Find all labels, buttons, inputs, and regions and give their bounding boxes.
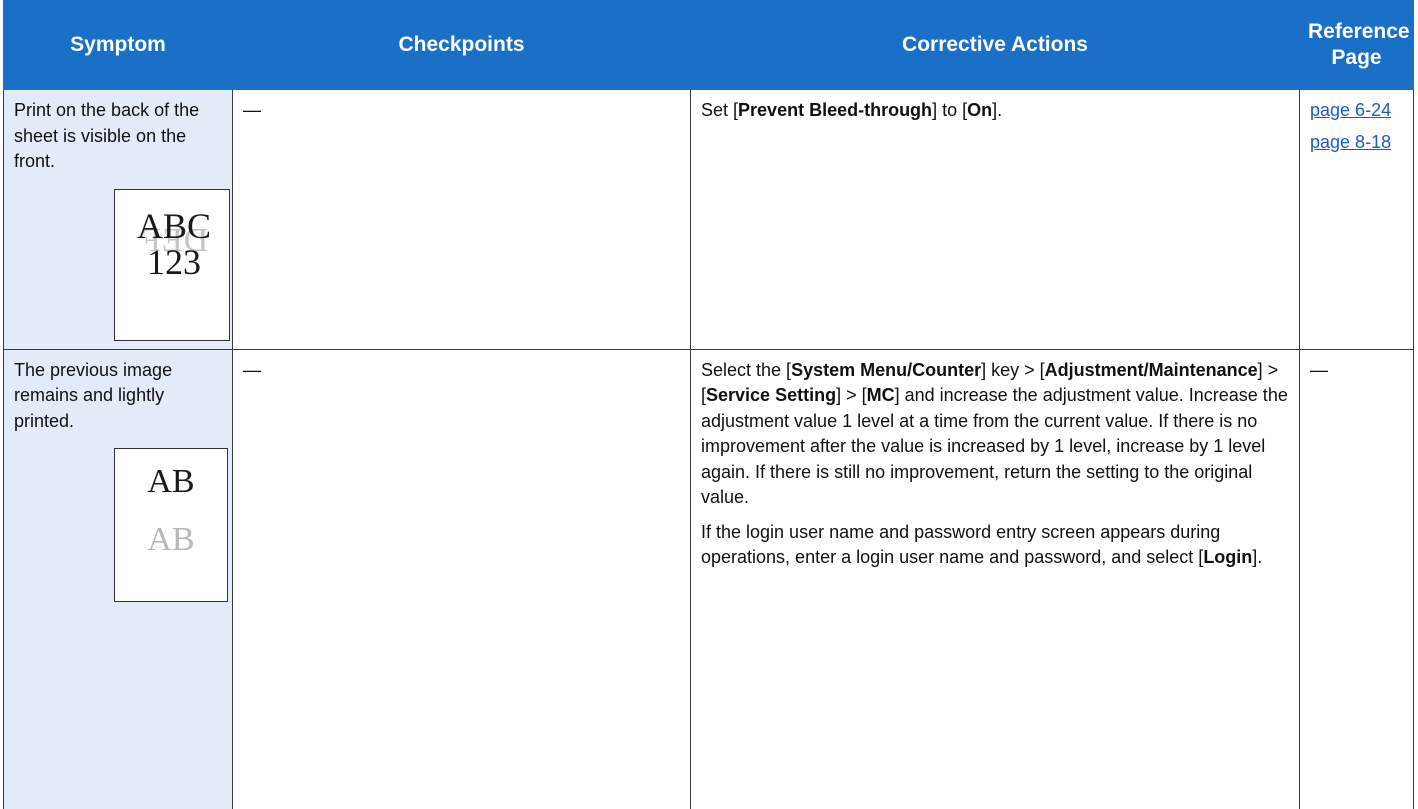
ghost-image-illustration: AB AB: [114, 448, 228, 602]
symptom-text: Print on the back of the sheet is visibl…: [14, 100, 200, 171]
reference-cell: page 6-24 page 8-18: [1299, 89, 1415, 350]
header-corrective-actions: Corrective Actions: [689, 0, 1301, 90]
reference-link[interactable]: page 8-18: [1310, 130, 1403, 156]
header-reference-line2: Page: [1331, 46, 1382, 69]
corrective-action-cell: Select the [System Menu/Counter] key > […: [689, 348, 1301, 809]
troubleshooting-table: Symptom Checkpoints Corrective Actions R…: [3, 0, 1415, 809]
previous-image-text: AB: [147, 521, 195, 558]
header-reference-page: Reference Page: [1299, 0, 1415, 90]
table-row: Print on the back of the sheet is visibl…: [3, 89, 1415, 350]
current-image-text: AB: [147, 463, 195, 500]
checkpoints-cell: —: [232, 348, 691, 809]
corrective-action-cell: Set [Prevent Bleed-through] to [On].: [689, 89, 1301, 350]
table-header-row: Symptom Checkpoints Corrective Actions R…: [3, 0, 1415, 90]
symptom-text: The previous image remains and lightly p…: [14, 359, 173, 431]
login-note-text: If the login user name and password entr…: [701, 521, 1263, 568]
symptom-cell: The previous image remains and lightly p…: [3, 348, 233, 809]
table-row: The previous image remains and lightly p…: [3, 348, 1415, 809]
header-reference-line1: Reference: [1308, 20, 1410, 43]
header-checkpoints: Checkpoints: [232, 0, 691, 90]
corrective-action-text: Select the [System Menu/Counter] key > […: [701, 359, 1288, 508]
checkpoints-cell: —: [232, 89, 691, 350]
checkpoints-text: —: [243, 100, 261, 120]
reference-cell: —: [1299, 348, 1415, 809]
corrective-action-text: Set [Prevent Bleed-through] to [On].: [701, 100, 1003, 120]
bleed-through-illustration: DEF ABC 123: [114, 188, 230, 341]
front-side-text: ABC 123: [137, 205, 212, 282]
reference-text: —: [1310, 359, 1329, 380]
checkpoints-text: —: [243, 359, 261, 380]
reference-link[interactable]: page 6-24: [1310, 98, 1403, 124]
symptom-cell: Print on the back of the sheet is visibl…: [3, 89, 233, 350]
header-symptom: Symptom: [3, 0, 233, 90]
